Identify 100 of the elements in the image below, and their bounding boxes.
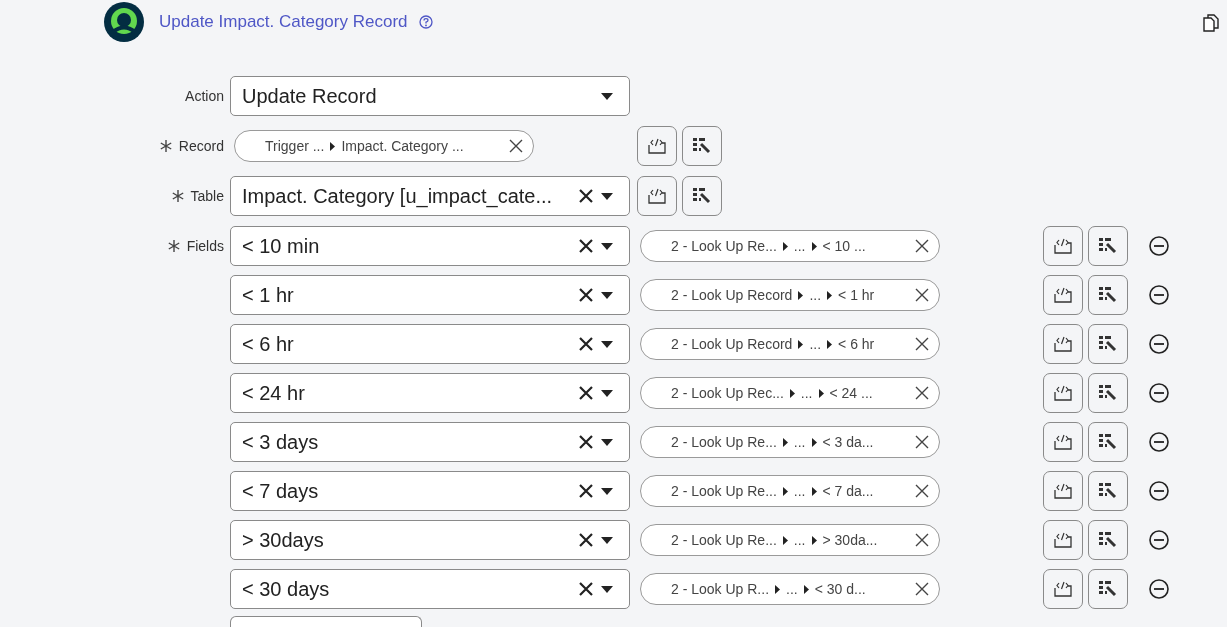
remove-icon[interactable] [915,582,929,596]
remove-row-icon[interactable] [1149,530,1169,550]
select-value: < 6 hr [242,332,295,357]
code-icon [1054,238,1072,254]
select-field[interactable]: Impact. Category [u_impact_cate... [230,176,630,216]
select-field[interactable]: < 7 days [230,471,630,511]
select-field[interactable]: < 3 days [230,422,630,462]
code-icon [1054,532,1072,548]
remove-row-icon[interactable] [1149,383,1169,403]
pill-label: < 1 hr [838,285,875,305]
select-value: Impact. Category [u_impact_cate... [242,184,554,210]
script-button[interactable] [1043,275,1083,315]
script-button[interactable] [1043,324,1083,364]
dropdown-caret-icon[interactable] [601,291,613,299]
dropdown-caret-icon[interactable] [601,389,613,397]
remove-icon[interactable] [915,435,929,449]
select-field[interactable]: < 10 min [230,226,630,266]
data-picker-button[interactable] [1088,520,1128,560]
remove-icon[interactable] [915,337,929,351]
clear-icon[interactable] [578,336,594,352]
clear-icon[interactable] [578,434,594,450]
select-field[interactable]: < 24 hr [230,373,630,413]
remove-row-icon[interactable] [1149,285,1169,305]
script-button[interactable] [1043,471,1083,511]
script-button[interactable] [1043,373,1083,413]
data-pill[interactable]: Trigger ... Impact. Category ... [234,130,534,162]
pill-label: 2 - Look Up R... [671,579,770,599]
list-wand-icon [1099,385,1117,401]
dropdown-caret-icon[interactable] [601,536,613,544]
field-label: Table [190,186,224,206]
clear-icon[interactable] [578,188,594,204]
data-pill[interactable]: 2 - Look Up R... ... < 30 d... [640,573,940,605]
breadcrumb-arrow-icon [811,486,817,496]
remove-row-icon[interactable] [1149,579,1169,599]
data-picker-button[interactable] [682,176,722,216]
breadcrumb-arrow-icon [798,339,804,349]
data-picker-button[interactable] [1088,324,1128,364]
add-field-button[interactable] [230,616,422,627]
clear-icon[interactable] [578,385,594,401]
data-pill[interactable]: 2 - Look Up Record ... < 1 hr [640,279,940,311]
code-icon [1054,581,1072,597]
clear-icon[interactable] [578,532,594,548]
page-title: Update Impact. Category Record [159,11,408,34]
select-field[interactable]: > 30days [230,520,630,560]
script-button[interactable] [1043,226,1083,266]
remove-row-icon[interactable] [1149,236,1169,256]
data-picker-button[interactable] [1088,569,1128,609]
code-icon [1054,483,1072,499]
pill-label: < 3 da... [822,432,874,452]
data-pill[interactable]: 2 - Look Up Re... ... < 3 da... [640,426,940,458]
copy-icon[interactable] [1203,14,1219,32]
clear-icon[interactable] [578,483,594,499]
pill-label: ... [809,334,822,354]
remove-row-icon[interactable] [1149,334,1169,354]
script-button[interactable] [1043,520,1083,560]
dropdown-caret-icon[interactable] [601,192,613,200]
data-picker-button[interactable] [682,126,722,166]
list-wand-icon [1099,238,1117,254]
data-pill[interactable]: 2 - Look Up Re... ... > 30da... [640,524,940,556]
help-icon[interactable] [418,15,433,29]
field-label: Fields [186,236,224,256]
dropdown-caret-icon[interactable] [601,340,613,348]
remove-icon[interactable] [509,139,523,153]
dropdown-caret-icon[interactable] [601,242,613,250]
select-field[interactable]: < 30 days [230,569,630,609]
remove-icon[interactable] [915,386,929,400]
data-picker-button[interactable] [1088,422,1128,462]
remove-icon[interactable] [915,239,929,253]
dropdown-caret-icon[interactable] [601,487,613,495]
data-pill[interactable]: 2 - Look Up Re... ... < 10 ... [640,230,940,262]
script-button[interactable] [637,176,677,216]
remove-row-icon[interactable] [1149,481,1169,501]
breadcrumb-arrow-icon [811,241,817,251]
select-value: > 30days [242,528,325,553]
clear-icon[interactable] [578,581,594,597]
data-picker-button[interactable] [1088,275,1128,315]
dropdown-caret-icon[interactable] [601,438,613,446]
code-icon [648,188,666,204]
remove-icon[interactable] [915,484,929,498]
select-field[interactable]: < 6 hr [230,324,630,364]
remove-row-icon[interactable] [1149,432,1169,452]
breadcrumb-arrow-icon [789,388,795,398]
dropdown-caret-icon[interactable] [601,92,613,100]
data-picker-button[interactable] [1088,471,1128,511]
data-pill[interactable]: 2 - Look Up Record ... < 6 hr [640,328,940,360]
select-field[interactable]: Update Record [230,76,630,116]
remove-icon[interactable] [915,533,929,547]
select-field[interactable]: < 1 hr [230,275,630,315]
clear-icon[interactable] [578,238,594,254]
data-picker-button[interactable] [1088,226,1128,266]
dropdown-caret-icon[interactable] [601,585,613,593]
remove-icon[interactable] [915,288,929,302]
script-button[interactable] [1043,569,1083,609]
data-pill[interactable]: 2 - Look Up Rec... ... < 24 ... [640,377,940,409]
script-button[interactable] [637,126,677,166]
data-picker-button[interactable] [1088,373,1128,413]
pill-label: < 6 hr [838,334,875,354]
clear-icon[interactable] [578,287,594,303]
data-pill[interactable]: 2 - Look Up Re... ... < 7 da... [640,475,940,507]
script-button[interactable] [1043,422,1083,462]
